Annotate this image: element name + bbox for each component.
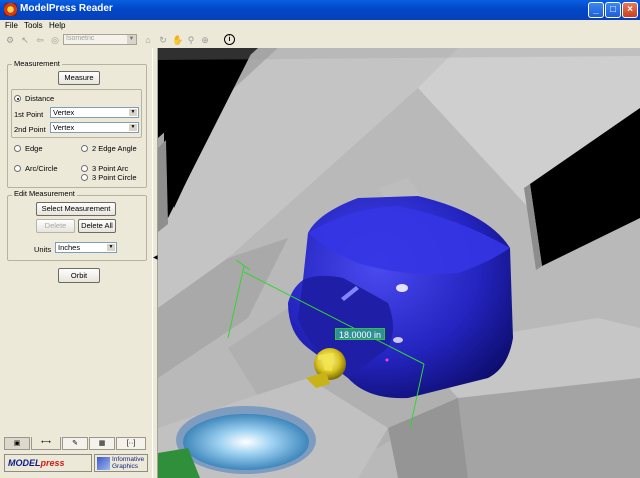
distance-label: Distance: [25, 94, 55, 103]
zoom-icon[interactable]: ⚲: [186, 35, 196, 45]
three-point-arc-radio[interactable]: [81, 165, 88, 172]
three-point-circle-label: 3 Point Circle: [92, 173, 137, 182]
second-point-label: 2nd Point: [14, 125, 46, 134]
collapse-arrow-icon[interactable]: ◀: [153, 254, 158, 261]
arc-circle-label: Arc/Circle: [25, 164, 58, 173]
pan-hand-icon[interactable]: ✋: [172, 35, 183, 45]
modelpress-logo: MODELpress: [4, 454, 92, 472]
fit-view-icon[interactable]: ◎: [50, 35, 60, 45]
menu-file[interactable]: File: [5, 21, 18, 30]
dimension-label[interactable]: 18.0000 in: [335, 328, 386, 340]
arc-circle-radio[interactable]: [14, 165, 21, 172]
first-point-value: Vertex: [53, 108, 75, 117]
app-icon[interactable]: [4, 3, 17, 16]
measure-button[interactable]: Measure: [58, 71, 100, 85]
first-point-select[interactable]: Vertex ▼: [50, 107, 139, 118]
second-point-select[interactable]: Vertex ▼: [50, 122, 139, 133]
three-point-circle-radio[interactable]: [81, 174, 88, 181]
3d-viewport[interactable]: [158, 48, 640, 478]
three-point-arc-label: 3 Point Arc: [92, 164, 129, 173]
back-arrow-icon[interactable]: ⇦: [35, 35, 45, 45]
distance-radio[interactable]: [14, 95, 21, 102]
delete-all-button[interactable]: Delete All: [78, 219, 116, 233]
units-select[interactable]: Inches ▼: [55, 242, 117, 253]
tab-explode-icon[interactable]: [··]: [116, 437, 146, 450]
close-button[interactable]: ×: [622, 2, 638, 18]
zoom-window-icon[interactable]: ⊕: [200, 35, 210, 45]
first-point-label: 1st Point: [14, 110, 44, 119]
delete-button[interactable]: Delete: [36, 219, 75, 233]
maximize-button[interactable]: □: [605, 2, 621, 18]
tab-measure-icon[interactable]: ⟷: [31, 437, 61, 450]
minimize-button[interactable]: _: [588, 2, 604, 18]
ig-logo-line1: Informative: [112, 456, 145, 463]
tab-grid-icon[interactable]: ▦: [89, 437, 115, 450]
camera-icon[interactable]: ⌂: [143, 35, 153, 45]
tab-markup-icon[interactable]: ✎: [62, 437, 88, 450]
menu-tools[interactable]: Tools: [24, 21, 43, 30]
edge-angle-label: 2 Edge Angle: [92, 144, 137, 153]
select-arrow-icon[interactable]: ↖: [20, 35, 30, 45]
view-select-value: Isometric: [66, 35, 95, 42]
edge-label: Edge: [25, 144, 43, 153]
ig-logo-mark: [97, 457, 110, 470]
orbit-button[interactable]: Orbit: [58, 268, 100, 283]
open-icon[interactable]: ⚙: [5, 35, 15, 45]
rotate-icon[interactable]: ↻: [158, 35, 168, 45]
window-title: ModelPress Reader: [20, 3, 113, 14]
ig-logo-line2: Graphics: [112, 463, 139, 470]
informative-graphics-logo: Informative Graphics: [94, 454, 148, 472]
chevron-down-icon: ▼: [127, 35, 136, 44]
chevron-down-icon: ▼: [129, 109, 137, 116]
menu-help[interactable]: Help: [49, 21, 65, 30]
units-label: Units: [34, 245, 52, 254]
edge-radio[interactable]: [14, 145, 21, 152]
view-select[interactable]: Isometric ▼: [63, 34, 137, 45]
measurement-group-title: Measurement: [12, 59, 62, 68]
modelpress-logo-text-a: MODEL: [8, 458, 41, 468]
menu-bar: [0, 20, 640, 32]
units-value: Inches: [58, 243, 81, 252]
info-icon[interactable]: i: [224, 34, 235, 45]
chevron-down-icon: ▼: [129, 124, 137, 131]
second-point-value: Vertex: [53, 123, 75, 132]
3d-scene: [158, 48, 640, 478]
edge-angle-radio[interactable]: [81, 145, 88, 152]
tab-image-icon[interactable]: ▣: [4, 437, 30, 450]
edit-measurement-group-title: Edit Measurement: [12, 189, 77, 198]
select-measurement-button[interactable]: Select Measurement: [36, 202, 116, 216]
modelpress-logo-text-b: press: [40, 458, 65, 468]
basin: [183, 414, 309, 470]
chevron-down-icon: ▼: [107, 244, 115, 251]
